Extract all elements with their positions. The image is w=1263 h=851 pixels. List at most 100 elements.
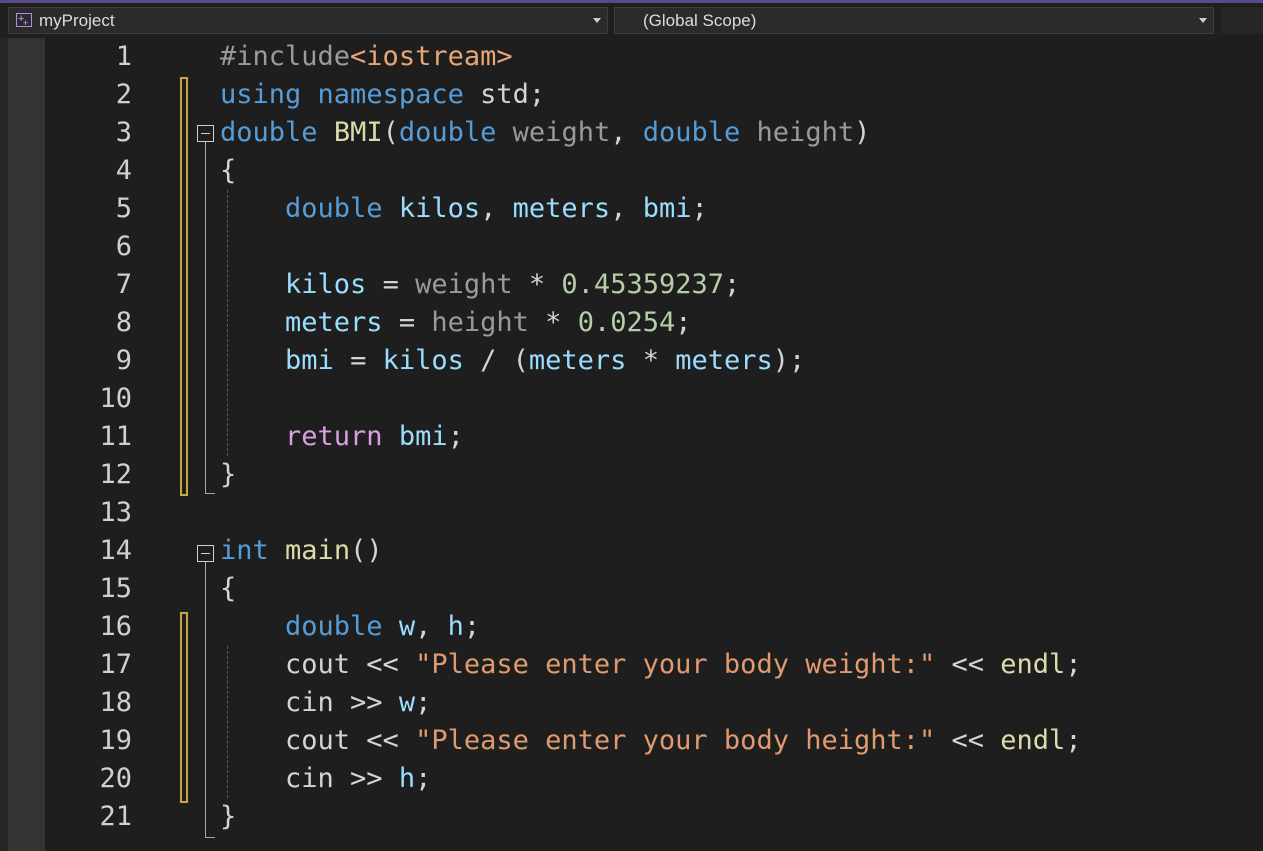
keyword: using — [220, 79, 302, 110]
collapse-toggle-icon[interactable] — [197, 125, 214, 142]
keyword: double — [642, 117, 741, 148]
navigation-bar: myProject (Global Scope) — [0, 3, 1263, 38]
line-number: 8 — [115, 307, 132, 338]
punctuation: ; — [463, 611, 481, 642]
code-text: cout << — [220, 649, 416, 680]
variable: h — [398, 763, 416, 794]
code-text: cin >> — [220, 763, 399, 794]
project-dropdown[interactable]: myProject — [8, 7, 608, 36]
code-line[interactable]: { — [220, 152, 236, 190]
fold-region-line — [205, 562, 206, 837]
fold-region-end — [205, 837, 215, 838]
keyword: double — [220, 117, 318, 148]
indicator-margin[interactable] — [8, 38, 45, 851]
project-name: myProject — [39, 11, 115, 30]
code-line[interactable]: using namespace std; — [220, 76, 545, 114]
number-literal: 0.45359237 — [561, 269, 724, 300]
scope-dropdown[interactable]: (Global Scope) — [614, 7, 1214, 34]
variable: meters — [675, 345, 773, 376]
chevron-down-icon[interactable] — [593, 18, 601, 23]
line-number: 11 — [99, 421, 132, 452]
line-number: 10 — [99, 383, 132, 414]
code-line[interactable]: double w, h; — [220, 608, 480, 646]
variable: bmi — [285, 345, 334, 376]
punctuation: , — [480, 193, 513, 224]
line-number: 20 — [99, 763, 132, 794]
operator: << — [935, 649, 1001, 680]
line-number: 2 — [115, 79, 132, 110]
variable: bmi — [398, 421, 448, 452]
operator: = — [333, 345, 383, 376]
punctuation: () — [350, 535, 383, 566]
navbar-spacer — [1222, 7, 1263, 34]
brace: { — [220, 573, 237, 604]
variable: w — [398, 687, 416, 718]
variable: meters — [528, 345, 627, 376]
function-name: main — [285, 535, 351, 566]
control-keyword: return — [285, 421, 383, 452]
code-editor[interactable]: 1 2 3 4 5 6 7 8 9 10 11 12 13 14 15 16 1… — [0, 38, 1263, 851]
keyword: double — [285, 611, 383, 642]
line-number: 7 — [115, 269, 132, 300]
parameter: height — [756, 117, 855, 148]
code-line[interactable]: kilos = weight * 0.45359237; — [220, 266, 740, 304]
code-line[interactable]: double BMI(double weight, double height) — [220, 114, 870, 152]
string-literal: "Please enter your body height:" — [415, 725, 936, 756]
brace: { — [220, 155, 237, 186]
operator: << — [935, 725, 1001, 756]
punctuation: ; — [675, 307, 692, 338]
parameter: weight — [415, 269, 513, 300]
variable: w — [398, 611, 416, 642]
punctuation: ( — [382, 117, 399, 148]
collapse-toggle-icon[interactable] — [197, 545, 214, 562]
code-line[interactable]: { — [220, 570, 236, 608]
code-line[interactable]: double kilos, meters, bmi; — [220, 190, 708, 228]
code-line[interactable]: return bmi; — [220, 418, 464, 456]
editor-left-strip — [0, 38, 8, 851]
line-number: 9 — [115, 345, 132, 376]
scope-name: (Global Scope) — [643, 11, 757, 30]
operator: = — [382, 307, 432, 338]
keyword: double — [398, 117, 497, 148]
punctuation: ; — [1065, 725, 1082, 756]
change-indicator-bar — [180, 77, 188, 496]
code-line[interactable]: int main() — [220, 532, 383, 570]
code-line[interactable]: cin >> h; — [220, 760, 431, 798]
punctuation: , — [610, 193, 643, 224]
punctuation: ) — [854, 117, 871, 148]
operator: * — [512, 269, 562, 300]
line-number: 3 — [115, 117, 132, 148]
line-number: 6 — [115, 231, 132, 262]
code-line[interactable]: } — [220, 798, 236, 836]
code-line[interactable]: meters = height * 0.0254; — [220, 304, 692, 342]
function-name: endl — [1000, 649, 1066, 680]
preprocessor-directive: #include — [220, 41, 351, 72]
line-number: 13 — [99, 497, 132, 528]
punctuation: ; — [1065, 649, 1082, 680]
code-line[interactable]: cout << "Please enter your body weight:"… — [220, 646, 1082, 684]
code-line[interactable]: cout << "Please enter your body height:"… — [220, 722, 1082, 760]
brace: } — [220, 801, 237, 832]
variable: h — [447, 611, 464, 642]
punctuation: ; — [415, 687, 432, 718]
keyword: int — [220, 535, 269, 566]
line-number: 1 — [115, 41, 132, 72]
keyword: namespace — [317, 79, 464, 110]
code-line[interactable]: } — [220, 456, 236, 494]
line-number: 19 — [99, 725, 132, 756]
line-number: 12 — [99, 459, 132, 490]
code-line[interactable]: bmi = kilos / (meters * meters); — [220, 342, 805, 380]
chevron-down-icon[interactable] — [1199, 18, 1207, 23]
code-line[interactable]: #include<iostream> — [220, 38, 513, 76]
code-line[interactable]: cin >> w; — [220, 684, 431, 722]
keyword: double — [285, 193, 383, 224]
operator: * — [528, 307, 578, 338]
